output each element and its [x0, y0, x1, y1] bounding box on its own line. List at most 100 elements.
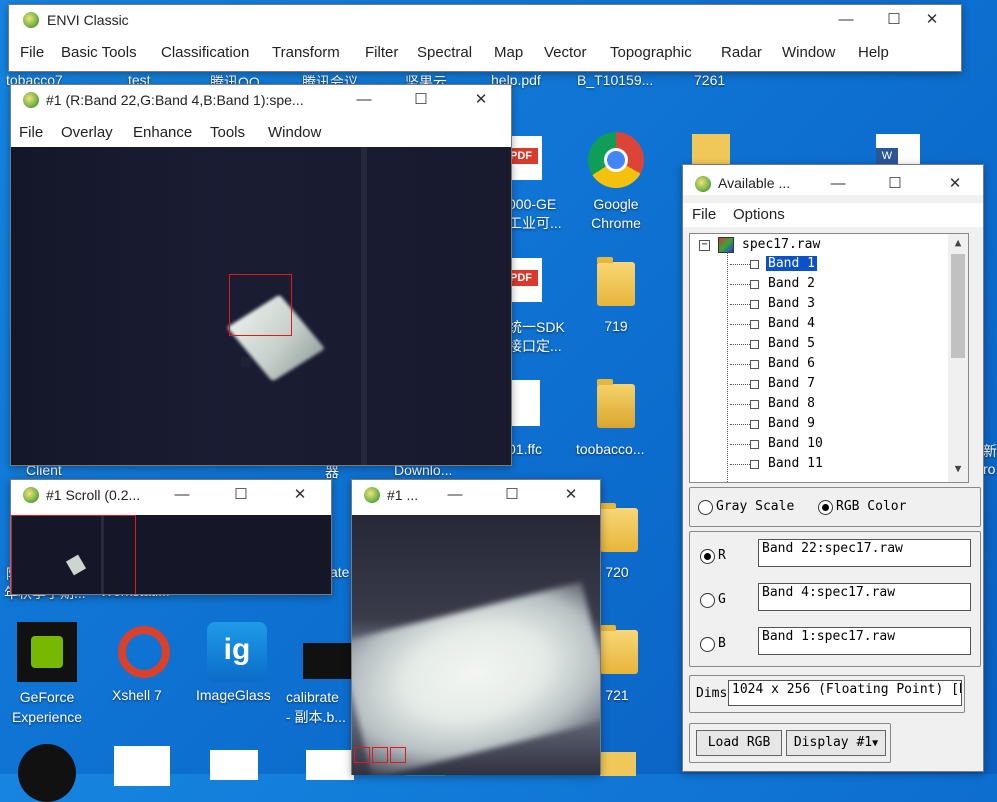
display-select-button[interactable]: Display #1▼ — [786, 730, 886, 756]
gray-scale-radio[interactable] — [698, 500, 713, 515]
desktop-icon-label[interactable]: GeForce Experience — [6, 687, 88, 727]
close-button[interactable]: ✕ — [277, 480, 323, 510]
minimize-button[interactable]: — — [815, 169, 861, 199]
scrollbar-thumb[interactable] — [951, 254, 965, 358]
desktop-icon-label[interactable]: ate — [330, 564, 349, 580]
desktop-icon-label[interactable]: ro — [983, 461, 995, 477]
maximize-button[interactable]: ☐ — [489, 480, 535, 510]
band-tree[interactable]: − spec17.raw Band 1 Band 2 Band 3 Band 4… — [689, 233, 969, 483]
word-file-icon[interactable] — [306, 750, 354, 780]
title-bar[interactable]: #1 ... — ☐ ✕ — [352, 480, 600, 510]
b-channel-radio[interactable] — [700, 637, 715, 652]
image-extent-box[interactable] — [11, 515, 136, 594]
close-button[interactable]: ✕ — [932, 169, 978, 199]
band-item[interactable]: Band 3 — [690, 295, 945, 315]
word-file-icon[interactable]: W — [876, 134, 920, 164]
minimize-button[interactable]: — — [823, 5, 869, 35]
scroll-down-icon[interactable]: ▼ — [948, 462, 968, 478]
menu-classification[interactable]: Classification — [161, 44, 249, 61]
band-item[interactable]: Band 11 — [690, 455, 945, 475]
folder-icon[interactable] — [600, 625, 638, 674]
xshell-icon[interactable] — [118, 626, 170, 678]
desktop-icon-label[interactable]: calibrate - 副本.b... — [286, 687, 346, 727]
folder-icon[interactable] — [692, 134, 730, 164]
title-bar[interactable]: #1 Scroll (0.2... — ☐ ✕ — [11, 480, 331, 510]
desktop-icon-label[interactable]: Google Chrome — [576, 195, 656, 233]
pdf-file-icon[interactable]: PDF — [504, 136, 542, 180]
close-button[interactable]: ✕ — [909, 5, 955, 35]
menu-map[interactable]: Map — [494, 44, 523, 61]
b-band-field[interactable]: Band 1:spec17.raw — [758, 627, 971, 655]
zoom-in-icon[interactable] — [372, 747, 388, 763]
band-item[interactable]: Band 2 — [690, 275, 945, 295]
folder-icon[interactable] — [600, 752, 636, 776]
file-name[interactable]: spec17.raw — [742, 237, 820, 252]
close-button[interactable]: ✕ — [458, 85, 504, 115]
geforce-icon[interactable] — [17, 622, 77, 682]
desktop-icon-label[interactable]: 新 — [983, 441, 997, 461]
band-item[interactable]: Band 10 — [690, 435, 945, 455]
desktop-icon-label[interactable]: 000-GE 工业可... — [508, 195, 562, 233]
chrome-icon[interactable] — [588, 132, 644, 188]
band-item[interactable]: Band 1 — [690, 255, 945, 275]
load-rgb-button[interactable]: Load RGB — [696, 730, 782, 756]
scroll-image-display[interactable] — [11, 515, 331, 594]
g-band-field[interactable]: Band 4:spec17.raw — [758, 583, 971, 611]
g-channel-radio[interactable] — [700, 593, 715, 608]
collapse-toggle-icon[interactable]: − — [699, 240, 710, 251]
desktop-icon-label[interactable]: 719 — [596, 318, 636, 334]
menu-help[interactable]: Help — [858, 44, 889, 61]
zoom-box[interactable] — [229, 274, 292, 336]
menu-basic-tools[interactable]: Basic Tools — [61, 44, 137, 61]
menu-spectral[interactable]: Spectral — [417, 44, 472, 61]
band-item[interactable]: Band 6 — [690, 355, 945, 375]
desktop-icon-label[interactable]: Xshell 7 — [112, 687, 162, 703]
r-band-field[interactable]: Band 22:spec17.raw — [758, 539, 971, 567]
word-file-icon[interactable] — [210, 750, 258, 780]
folder-icon[interactable] — [600, 503, 638, 552]
zoom-controls[interactable] — [352, 747, 406, 763]
r-channel-radio[interactable] — [700, 549, 715, 564]
menu-file[interactable]: File — [19, 124, 43, 141]
pdf-file-icon[interactable]: PDF — [504, 258, 542, 302]
title-bar[interactable]: ENVI Classic — ☐ ✕ — [9, 5, 961, 35]
menu-radar[interactable]: Radar — [721, 44, 762, 61]
desktop-icon-label[interactable]: B_T10159... — [577, 72, 653, 88]
desktop-icon-label[interactable]: 01.ffc — [508, 441, 542, 457]
menu-overlay[interactable]: Overlay — [61, 124, 113, 141]
menu-transform[interactable]: Transform — [272, 44, 340, 61]
app-icon[interactable] — [114, 746, 170, 786]
folder-icon[interactable] — [597, 257, 635, 306]
rgb-color-radio[interactable] — [818, 500, 833, 515]
minimize-button[interactable]: — — [159, 480, 205, 510]
desktop-icon-label[interactable]: 720 — [601, 564, 633, 580]
menu-filter[interactable]: Filter — [365, 44, 398, 61]
zoom-image-display[interactable] — [352, 515, 600, 775]
menu-file[interactable]: File — [20, 44, 44, 61]
imageglass-icon[interactable]: ig — [207, 622, 267, 682]
band-item[interactable]: Band 4 — [690, 315, 945, 335]
title-bar[interactable]: Available ... — ☐ ✕ — [683, 165, 983, 195]
desktop-icon-label[interactable]: ImageGlass — [196, 687, 271, 703]
menu-vector[interactable]: Vector — [544, 44, 587, 61]
desktop-icon-label[interactable]: toobacco... — [576, 441, 645, 457]
band-item[interactable]: Band 9 — [690, 415, 945, 435]
image-thumbnail-icon[interactable] — [303, 643, 351, 679]
minimize-button[interactable]: — — [432, 480, 478, 510]
menu-file[interactable]: File — [692, 206, 716, 223]
zoom-out-icon[interactable] — [354, 747, 370, 763]
scroll-up-icon[interactable]: ▲ — [948, 236, 968, 252]
vertical-scrollbar[interactable]: ▲ ▼ — [948, 234, 968, 482]
menu-enhance[interactable]: Enhance — [133, 124, 192, 141]
image-display[interactable] — [11, 147, 511, 465]
app-icon[interactable] — [18, 744, 76, 802]
minimize-button[interactable]: — — [341, 85, 387, 115]
folder-icon[interactable] — [597, 379, 635, 428]
maximize-button[interactable]: ☐ — [398, 85, 444, 115]
band-item[interactable]: Band 8 — [690, 395, 945, 415]
desktop-icon-label[interactable]: 统一SDK 接口定... — [508, 318, 565, 356]
maximize-button[interactable]: ☐ — [218, 480, 264, 510]
close-button[interactable]: ✕ — [548, 480, 594, 510]
title-bar[interactable]: #1 (R:Band 22,G:Band 4,B:Band 1):spe... … — [11, 85, 511, 115]
desktop-icon-label[interactable]: 7261 — [694, 72, 725, 88]
